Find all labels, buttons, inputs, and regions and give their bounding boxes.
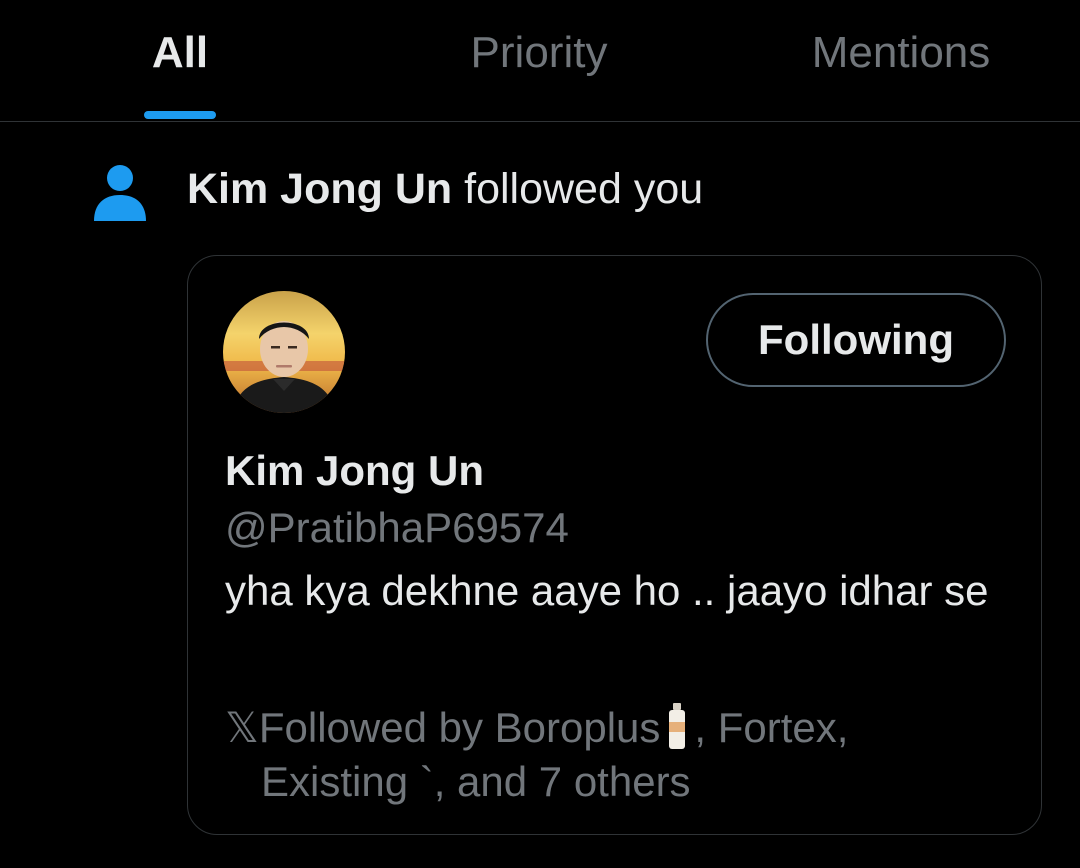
tab-all-label: All — [151, 28, 209, 77]
tab-mentions[interactable]: Mentions — [780, 0, 1022, 121]
profile-display-name[interactable]: Kim Jong Un — [225, 446, 484, 496]
tab-priority-label: Priority — [470, 28, 608, 77]
followed-by-text: 𝕏Followed by Boroplus , Fortex, Existing… — [225, 701, 1015, 809]
person-icon — [94, 165, 146, 221]
followed-by-line2: Existing `, and 7 others — [261, 758, 691, 805]
tab-priority[interactable]: Priority — [424, 0, 654, 121]
tab-mentions-label: Mentions — [811, 28, 991, 77]
tab-all[interactable]: All — [110, 0, 250, 121]
avatar-image — [223, 291, 345, 413]
profile-card[interactable]: Following Kim Jong Un @PratibhaP69574 yh… — [187, 255, 1042, 835]
active-tab-indicator — [144, 111, 216, 119]
x-logo-icon: 𝕏 — [225, 704, 259, 751]
profile-bio: yha kya dekhne aaye ho .. jaayo idhar se — [225, 567, 989, 614]
followed-by-prefix: Followed by Boroplus — [258, 704, 661, 751]
following-button[interactable]: Following — [706, 293, 1006, 387]
notification-actor-name[interactable]: Kim Jong Un — [187, 165, 452, 213]
followed-by-middle: , Fortex, — [694, 704, 849, 751]
notification-tabs: All Priority Mentions — [0, 0, 1080, 122]
notification-text: Kim Jong Un followed you — [187, 163, 703, 215]
bottle-icon — [669, 703, 686, 749]
profile-handle: @PratibhaP69574 — [225, 504, 569, 551]
notification-action: followed you — [464, 165, 704, 213]
avatar[interactable] — [223, 291, 345, 413]
